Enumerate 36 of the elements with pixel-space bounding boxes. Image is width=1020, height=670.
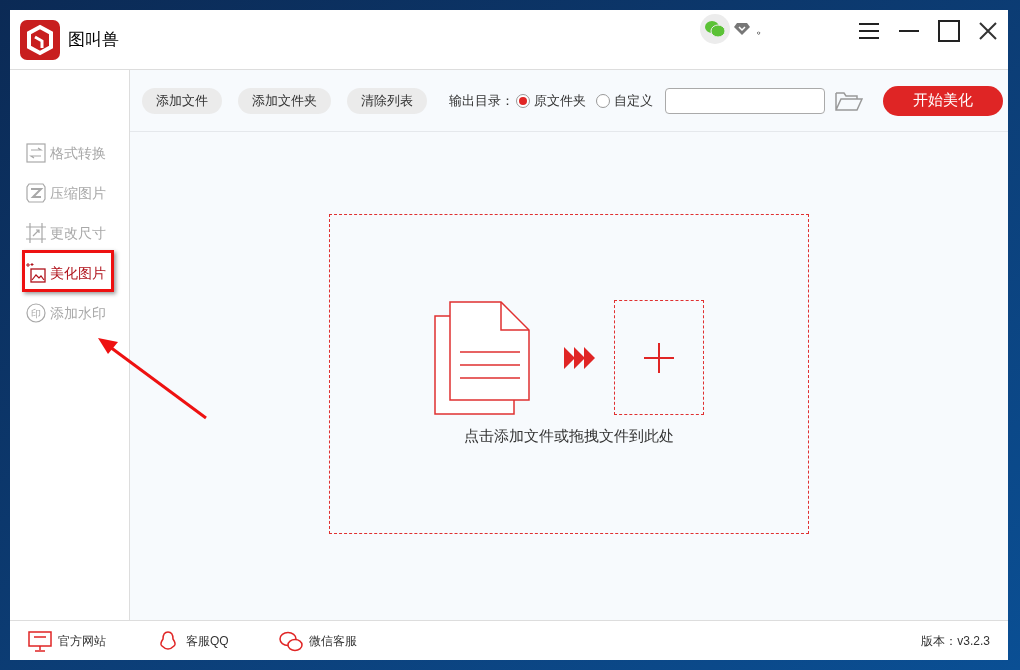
start-button[interactable]: 开始美化 [883, 85, 1003, 116]
path-field[interactable] [665, 87, 825, 114]
footer-link[interactable]: 官方网站 [58, 631, 106, 650]
sidebar-item[interactable]: 美化图片 [26, 262, 129, 284]
radio-button[interactable] [596, 93, 610, 108]
window-title: 图叫兽 [68, 28, 119, 51]
chat-bubbles-icon[interactable] [278, 629, 303, 652]
radio-label: 自定义 [614, 91, 653, 110]
radio-label: 原文件夹 [534, 91, 586, 110]
version-text: 版本：v3.2.3 [921, 632, 990, 650]
toolbar-button[interactable]: 添加文件夹 [238, 87, 331, 114]
stamp-icon: 印 [26, 303, 46, 323]
image-sparkle-icon [26, 263, 46, 283]
drop-hint: 点击添加文件或拖拽文件到此处 [464, 426, 674, 447]
plus-icon [643, 341, 675, 374]
folder-icon[interactable] [835, 90, 863, 111]
output-label: 输出目录： [449, 91, 514, 110]
compress-icon [26, 183, 46, 203]
convert-icon [26, 143, 46, 163]
app-logo-icon [20, 19, 60, 60]
triple-arrow-icon [564, 346, 596, 369]
footer-link[interactable]: 客服QQ [186, 631, 229, 650]
resize-icon [26, 223, 46, 243]
diamond-icon[interactable] [734, 22, 750, 36]
footer-link[interactable]: 微信客服 [308, 631, 357, 650]
menu-icon[interactable] [858, 22, 880, 40]
toolbar-button[interactable]: 清除列表 [347, 87, 427, 114]
maximize-icon[interactable] [938, 20, 960, 42]
drop-zone[interactable]: 点击添加文件或拖拽文件到此处 [329, 214, 809, 534]
add-target-box[interactable] [614, 300, 704, 416]
monitor-icon[interactable] [28, 629, 52, 652]
header-text: 。 [756, 20, 769, 39]
close-icon[interactable] [978, 21, 998, 41]
document-icon [434, 300, 530, 415]
toolbar-button[interactable]: 添加文件 [142, 87, 222, 114]
radio-button[interactable] [516, 93, 530, 108]
